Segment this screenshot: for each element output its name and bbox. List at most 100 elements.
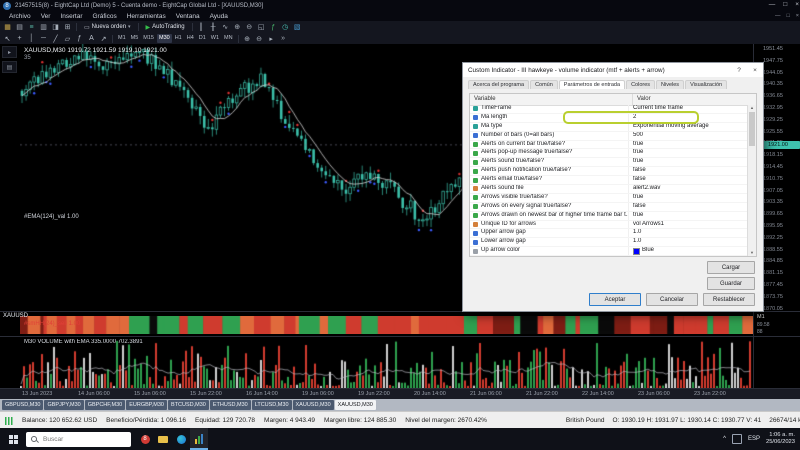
chart-tab-xauusd-m30-7[interactable]: XAUUSD,M30 xyxy=(293,400,334,410)
taskbar-mt5-button[interactable] xyxy=(190,428,208,450)
param-value[interactable]: 1.0 xyxy=(629,229,748,237)
menu-ventana[interactable]: Ventana xyxy=(171,13,205,20)
autotrading-button[interactable]: ▶ AutoTrading xyxy=(142,24,189,31)
close-button[interactable]: × xyxy=(795,1,799,8)
taskbar-edge-button[interactable] xyxy=(172,428,190,450)
chart-list-icon[interactable]: ▤ xyxy=(2,61,17,73)
param-value[interactable]: true xyxy=(629,212,748,220)
param-row-alerts-sound-true-false[interactable]: Alerts sound true/false?true xyxy=(470,158,748,167)
param-row-up-arrow-color[interactable]: Up arrow colorBlue xyxy=(470,247,748,256)
dialog-tab-niveles[interactable]: Niveles xyxy=(656,80,684,89)
param-value[interactable]: false xyxy=(629,203,748,211)
dialog-tab-par-metros-de-entrada[interactable]: Parámetros de entrada xyxy=(559,80,625,89)
navigator-icon[interactable]: ◨ xyxy=(50,22,61,32)
text-tool-icon[interactable]: A xyxy=(86,34,97,44)
param-value[interactable]: 500 xyxy=(629,132,748,140)
zoom-out-icon[interactable]: ⊖ xyxy=(244,22,255,32)
param-row-alerts-sound-file[interactable]: Alerts sound filealert2.wav xyxy=(470,185,748,194)
scroll-down-icon[interactable]: ▼ xyxy=(750,250,754,256)
param-row-alerts-on-current-bar-true-false[interactable]: Alerts on current bar true/false?true xyxy=(470,141,748,150)
menu-gr-ficos[interactable]: Gráficos xyxy=(88,13,122,20)
table-scrollbar[interactable]: ▲ ▼ xyxy=(747,105,756,256)
timeframe-button-mn[interactable]: MN xyxy=(222,34,235,43)
param-row-alerts-email-true-false[interactable]: Alerts email true/false?false xyxy=(470,176,748,185)
child-minimize-button[interactable]: — xyxy=(775,13,781,19)
param-row-alerts-pop-up-message-true-false[interactable]: Alerts pop-up message true/false?true xyxy=(470,149,748,158)
timeframe-button-m5[interactable]: M5 xyxy=(129,34,141,43)
dialog-tab-colores[interactable]: Colores xyxy=(626,80,655,89)
param-value[interactable]: Current time frame xyxy=(629,105,748,113)
start-button[interactable] xyxy=(0,428,26,450)
param-value[interactable]: true xyxy=(629,149,748,157)
chart-tab-ethusd-m30-5[interactable]: ETHUSD,M30 xyxy=(210,400,251,410)
timeframe-button-m30[interactable]: M30 xyxy=(157,34,172,43)
param-row-alerts-push-notification-true-false[interactable]: Alerts push notification true/false?fals… xyxy=(470,167,748,176)
load-button[interactable]: Cargar xyxy=(707,261,755,274)
heatmap-strip[interactable] xyxy=(20,316,753,334)
tile-windows-icon[interactable]: ◱ xyxy=(256,22,267,32)
chart-tab-xauusd-m30-8[interactable]: XAUUSD,M30 xyxy=(335,400,376,410)
param-value[interactable]: Blue xyxy=(629,247,748,255)
horizontal-line-icon[interactable]: ─ xyxy=(38,34,49,44)
language-indicator[interactable]: ESP xyxy=(748,436,760,442)
reset-button[interactable]: Restablecer xyxy=(703,293,755,306)
indicators-icon[interactable]: ƒ xyxy=(268,22,279,32)
param-value[interactable]: true xyxy=(629,194,748,202)
crosshair-icon[interactable]: + xyxy=(14,34,25,44)
search-input[interactable] xyxy=(41,435,115,444)
scroll-up-icon[interactable]: ▲ xyxy=(750,105,754,111)
param-row-arrows-drawn-on-newest-bar-of-higher-time-frame-bar-t[interactable]: Arrows drawn on newest bar of higher tim… xyxy=(470,212,748,221)
chart-tab-gbpjpy-m30-1[interactable]: GBPJPY,M30 xyxy=(44,400,83,410)
line-chart-icon[interactable]: ∿ xyxy=(220,22,231,32)
maximize-button[interactable]: □ xyxy=(783,1,787,8)
child-close-button[interactable]: × xyxy=(796,13,799,19)
param-value[interactable]: 2 xyxy=(629,114,748,122)
toolbox-icon[interactable]: ⊞ xyxy=(62,22,73,32)
zoom-in-small-icon[interactable]: ⊕ xyxy=(242,34,253,44)
dialog-tab-com-n[interactable]: Común xyxy=(530,80,558,89)
chart-tab-gbpusd-m30-0[interactable]: GBPUSD,M30 xyxy=(2,400,43,410)
param-value[interactable]: Exponential moving average xyxy=(629,123,748,131)
param-value[interactable]: false xyxy=(629,167,748,175)
profiles-icon[interactable]: ▤ xyxy=(14,22,25,32)
menu-ver[interactable]: Ver xyxy=(36,13,56,20)
child-restore-button[interactable]: □ xyxy=(786,13,789,19)
chart-tab-eurgbp-m30-3[interactable]: EURGBP,M30 xyxy=(126,400,167,410)
dialog-tab-visualizaci-n[interactable]: Visualización xyxy=(685,80,727,89)
param-row-lower-arrow-gap[interactable]: Lower arrow gap1.0 xyxy=(470,238,748,247)
timeframe-button-h4[interactable]: H4 xyxy=(185,34,196,43)
new-order-button[interactable]: ▭ Nueva orden ▾ xyxy=(80,24,135,31)
timeframe-button-d1[interactable]: D1 xyxy=(197,34,208,43)
param-row-number-of-bars-0-all-bars[interactable]: Number of bars (0=all bars)500 xyxy=(470,132,748,141)
taskbar-search[interactable] xyxy=(26,432,131,447)
taskbar-clock[interactable]: 1:06 a. m. 25/06/2023 xyxy=(766,432,795,445)
param-row-timeframe[interactable]: TimeFrameCurrent time frame xyxy=(470,105,748,114)
chart-shift-icon[interactable]: » xyxy=(278,34,289,44)
dialog-help-button[interactable]: ? xyxy=(731,63,747,77)
timeframe-button-m1[interactable]: M1 xyxy=(116,34,128,43)
save-button[interactable]: Guardar xyxy=(707,277,755,290)
timeframe-button-m15[interactable]: M15 xyxy=(141,34,156,43)
market-watch-icon[interactable]: ≡ xyxy=(26,22,37,32)
chart-tab-gbpchf-m30-2[interactable]: GBPCHF,M30 xyxy=(85,400,126,410)
zoom-out-small-icon[interactable]: ⊖ xyxy=(254,34,265,44)
param-value[interactable]: alert2.wav xyxy=(629,185,748,193)
candle-chart-icon[interactable]: ╫ xyxy=(208,22,219,32)
scroll-thumb[interactable] xyxy=(749,112,755,146)
param-value[interactable]: false xyxy=(629,176,748,184)
new-chart-icon[interactable]: ▦ xyxy=(2,22,13,32)
cancel-button[interactable]: Cancelar xyxy=(646,293,698,306)
notification-icon[interactable] xyxy=(732,434,742,444)
menu-archivo[interactable]: Archivo xyxy=(4,13,36,20)
zoom-in-icon[interactable]: ⊕ xyxy=(232,22,243,32)
param-value[interactable]: true xyxy=(629,158,748,166)
chart-tab-btcusd-m30-4[interactable]: BTCUSD,M30 xyxy=(168,400,209,410)
param-row-unique-id-for-arrows[interactable]: Unique ID for arrowsvol Arrows1 xyxy=(470,221,748,230)
minimize-button[interactable]: — xyxy=(769,1,776,8)
tray-chevron-icon[interactable]: ^ xyxy=(723,436,726,442)
timeframe-button-h1[interactable]: H1 xyxy=(173,34,184,43)
volume-histogram[interactable] xyxy=(20,338,753,388)
dialog-tab-acerca-del-programa[interactable]: Acerca del programa xyxy=(468,80,529,89)
vertical-line-icon[interactable]: │ xyxy=(26,34,37,44)
fibonacci-icon[interactable]: ƒ xyxy=(74,34,85,44)
